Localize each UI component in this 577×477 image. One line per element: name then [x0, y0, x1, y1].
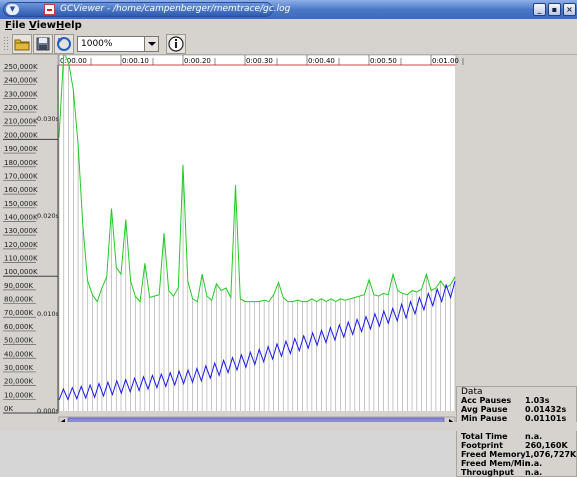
- chevron-down-icon[interactable]: [144, 37, 158, 51]
- time-tick-label: 0:00.50: [370, 57, 397, 65]
- data-row-value: 260,160K: [525, 441, 568, 450]
- zoom-select[interactable]: 1000%: [77, 36, 159, 52]
- window-menu-icon[interactable]: ▼: [6, 4, 19, 15]
- title-pill: ▼ GCViewer - /home/campenberger/memtrace…: [3, 2, 290, 17]
- open-folder-icon: [14, 39, 30, 51]
- memory-tick-label: 60,000K: [4, 323, 33, 331]
- memory-tick-label: 170,000K: [4, 172, 38, 180]
- info-icon: [168, 36, 184, 52]
- memory-tick-label: 100,000K: [4, 268, 38, 276]
- zoom-value: 1000%: [81, 39, 113, 49]
- save-button[interactable]: [33, 34, 53, 54]
- title-bar[interactable]: ▼ GCViewer - /home/campenberger/memtrace…: [0, 0, 577, 19]
- refresh-button[interactable]: [54, 34, 74, 54]
- menu-file[interactable]: File: [5, 20, 25, 31]
- gc-chart: 0:00.00 0:00.10 0:00.20 0:00.30 0:00.40 0:00.…: [0, 55, 464, 427]
- data-row-label: Footprint: [461, 441, 503, 450]
- pause-tick-label: 0.010s: [37, 310, 60, 318]
- memory-tick-label: 120,000K: [4, 241, 38, 249]
- menu-bar: File View Help: [0, 19, 577, 33]
- data-row-value: 1,076,727K: [525, 450, 577, 459]
- data-row-value: n.a.: [525, 468, 543, 477]
- maximize-button[interactable]: ▪: [548, 3, 561, 16]
- data-summary-panel: Data Acc Pauses 1.03s Avg Pause 0.01432s Min…: [456, 386, 577, 477]
- data-row-label: Acc Pauses: [461, 396, 512, 405]
- memory-tick-label: 0K: [4, 405, 13, 413]
- save-disk-icon: [36, 37, 50, 51]
- memory-tick-label: 190,000K: [4, 145, 38, 153]
- data-row-label: Total Time: [461, 432, 508, 441]
- pause-tick-label: 0.020s: [37, 212, 60, 220]
- status-strip: [0, 422, 577, 431]
- memory-tick-label: 160,000K: [4, 186, 38, 194]
- memory-tick-label: 250,000K: [4, 63, 38, 71]
- data-row-label: Freed Memory: [461, 450, 526, 459]
- window-title: GCViewer - /home/campenberger/memtrace/g…: [60, 4, 291, 14]
- data-row: Throughput n.a.: [461, 468, 577, 477]
- gcviewer-window: ▼ GCViewer - /home/campenberger/memtrace…: [0, 0, 577, 477]
- data-row: Footprint 260,160K: [461, 441, 577, 450]
- info-button[interactable]: [166, 34, 186, 54]
- memory-tick-label: 80,000K: [4, 296, 33, 304]
- memory-tick-label: 230,000K: [4, 90, 38, 98]
- menu-help[interactable]: Help: [56, 20, 82, 31]
- minimize-button[interactable]: _: [533, 3, 546, 16]
- time-tick-label: 0:00.10: [122, 57, 149, 65]
- data-row: Total Time n.a.: [461, 432, 577, 441]
- memory-tick-label: 50,000K: [4, 337, 33, 345]
- memory-tick-label: 30,000K: [4, 364, 33, 372]
- memory-tick-label: 150,000K: [4, 200, 38, 208]
- memory-tick-label: 140,000K: [4, 213, 38, 221]
- time-tick-label: 0:01.00: [432, 57, 459, 65]
- pause-tick-label: 0.030s: [37, 115, 60, 123]
- memory-tick-label: 220,000K: [4, 104, 38, 112]
- gc-chart-panel: 0:00.00 0:00.10 0:00.20 0:00.30 0:00.40 0:00.…: [0, 55, 577, 477]
- data-row-value: 1.03s: [525, 396, 550, 405]
- memory-tick-label: 110,000K: [4, 255, 38, 263]
- data-row-value: n.a.: [525, 459, 543, 468]
- memory-tick-label: 20,000K: [4, 378, 33, 386]
- data-row-value: 0.01432s: [525, 405, 567, 414]
- pause-tick-label: 0.000s: [37, 407, 60, 415]
- memory-tick-label: 240,000K: [4, 77, 38, 85]
- menu-view[interactable]: View: [29, 20, 56, 31]
- data-row-label: Throughput: [461, 468, 514, 477]
- time-tick-label: 0:00.20: [184, 57, 211, 65]
- memory-tick-label: 90,000K: [4, 282, 33, 290]
- plot-area: [59, 65, 455, 411]
- memory-tick-label: 130,000K: [4, 227, 38, 235]
- data-row: Freed Mem/Min n.a.: [461, 459, 577, 468]
- data-row: Avg Pause 0.01432s: [461, 405, 577, 414]
- app-icon: [44, 4, 55, 15]
- memory-tick-label: 70,000K: [4, 309, 33, 317]
- memory-tick-label: 210,000K: [4, 118, 38, 126]
- memory-tick-label: 200,000K: [4, 131, 38, 139]
- refresh-icon: [57, 37, 71, 51]
- time-tick-label: 0:00.40: [308, 57, 335, 65]
- data-row-label: Avg Pause: [461, 405, 508, 414]
- toolbar: 1000%: [0, 33, 577, 55]
- data-row-value: n.a.: [525, 432, 543, 441]
- memory-tick-label: 180,000K: [4, 159, 38, 167]
- data-row: Acc Pauses 1.03s: [461, 396, 577, 405]
- data-row: Freed Memory 1,076,727K: [461, 450, 577, 459]
- memory-tick-label: 40,000K: [4, 350, 33, 358]
- data-row-label: Freed Mem/Min: [461, 459, 531, 468]
- time-tick-label: 0:00.30: [246, 57, 273, 65]
- memory-tick-label: 10,000K: [4, 391, 33, 399]
- close-button[interactable]: ×: [563, 3, 576, 16]
- toolbar-grip[interactable]: [3, 36, 9, 52]
- open-button[interactable]: [12, 34, 32, 54]
